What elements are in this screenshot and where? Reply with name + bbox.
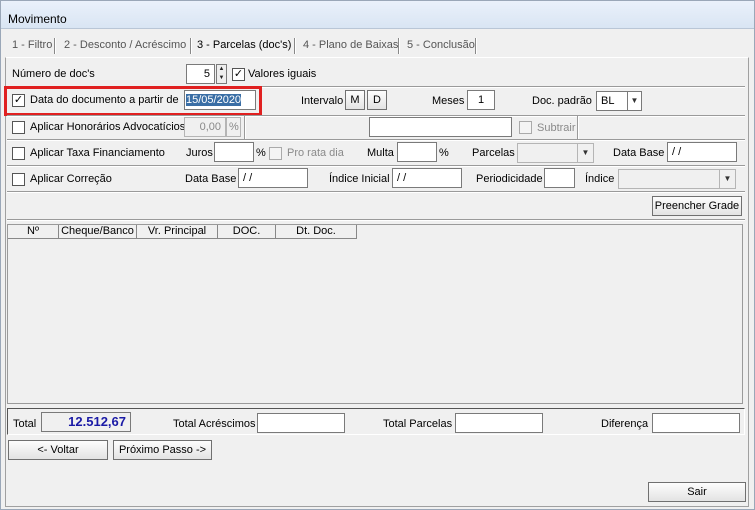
num-docs-spinner[interactable]: ▲ ▼ <box>216 64 227 84</box>
valores-iguais-label: Valores iguais <box>248 68 317 80</box>
meses-input[interactable]: 1 <box>467 90 495 110</box>
total-parcelas-label: Total Parcelas <box>383 418 453 430</box>
taxa-checkbox[interactable] <box>12 147 25 160</box>
num-docs-input[interactable]: 5 <box>186 64 215 84</box>
chevron-down-icon[interactable]: ▼ <box>577 144 593 162</box>
pro-rata-checkbox[interactable] <box>269 147 282 160</box>
tab-separator <box>294 38 296 54</box>
chevron-down-icon[interactable]: ▼ <box>719 170 735 188</box>
multa-input[interactable] <box>397 142 437 162</box>
parcelas-select[interactable]: ▼ <box>517 143 594 163</box>
title-bar: Movimento <box>1 1 754 29</box>
honorarios-text-field[interactable] <box>369 117 512 137</box>
row-divider <box>7 219 745 221</box>
voltar-button[interactable]: <- Voltar <box>8 440 108 460</box>
indice-select[interactable]: ▼ <box>618 169 736 189</box>
juros-input[interactable] <box>214 142 254 162</box>
window-title: Movimento <box>8 12 67 26</box>
juros-label: Juros <box>186 147 213 159</box>
total-label: Total <box>13 418 37 430</box>
grid-header-doc[interactable]: DOC. <box>218 225 276 239</box>
correcao-checkbox[interactable] <box>12 173 25 186</box>
grid-header-vr-principal[interactable]: Vr. Principal <box>137 225 218 239</box>
total-parcelas-input[interactable] <box>455 413 543 433</box>
diferenca-input[interactable] <box>652 413 740 433</box>
tab-separator <box>54 38 56 54</box>
honorarios-label: Aplicar Honorários Advocatícios <box>30 121 186 133</box>
total-acrescimos-input[interactable] <box>257 413 345 433</box>
intervalo-m-button[interactable]: M <box>345 90 365 110</box>
row-divider <box>577 116 579 139</box>
preencher-grade-button[interactable]: Preencher Grade <box>652 196 742 216</box>
subtrair-checkbox[interactable] <box>519 121 532 134</box>
taxa-data-base-input[interactable]: / / <box>667 142 737 162</box>
tab-plano-baixas[interactable]: 4 - Plano de Baixas <box>303 36 398 56</box>
tab-separator <box>398 38 400 54</box>
parcelas-grid[interactable]: Nº Cheque/Banco Vr. Principal DOC. Dt. D… <box>7 224 743 404</box>
doc-padrao-select[interactable]: BL ▼ <box>596 91 642 111</box>
juros-percent: % <box>256 147 266 159</box>
tab-conclusao[interactable]: 5 - Conclusão <box>407 36 475 56</box>
valores-iguais-checkbox[interactable]: ✓ <box>232 68 245 81</box>
correcao-label: Aplicar Correção <box>30 173 112 185</box>
taxa-label: Aplicar Taxa Financiamento <box>30 147 165 159</box>
periodicidade-input[interactable] <box>544 168 575 188</box>
row-divider <box>7 191 745 193</box>
parcelas-label: Parcelas <box>472 147 515 159</box>
doc-padrao-label: Doc. padrão <box>532 95 592 107</box>
movimento-window: Movimento 1 - Filtro 2 - Desconto / Acré… <box>0 0 755 510</box>
intervalo-d-button[interactable]: D <box>367 90 387 110</box>
tab-separator <box>475 38 477 54</box>
tab-separator <box>190 38 192 54</box>
intervalo-label: Intervalo <box>301 95 344 107</box>
total-acrescimos-label: Total Acréscimos <box>173 418 256 430</box>
indice-label: Índice <box>585 173 615 185</box>
indice-inicial-label: Índice Inicial <box>329 173 390 185</box>
multa-label: Multa <box>367 147 394 159</box>
sair-button[interactable]: Sair <box>648 482 746 502</box>
doc-padrao-value: BL <box>601 95 615 107</box>
data-base-label: Data Base <box>613 147 665 159</box>
proximo-passo-button[interactable]: Próximo Passo -> <box>113 440 212 460</box>
row-divider <box>7 139 745 141</box>
grid-header-num[interactable]: Nº <box>8 225 59 239</box>
honorarios-checkbox[interactable] <box>12 121 25 134</box>
tab-desconto[interactable]: 2 - Desconto / Acréscimo <box>64 36 186 56</box>
subtrair-label: Subtrair <box>537 122 576 134</box>
honorarios-input[interactable]: 0,00 <box>184 117 226 137</box>
grid-header-dt-doc[interactable]: Dt. Doc. <box>276 225 357 239</box>
row-divider <box>7 165 745 167</box>
indice-inicial-input[interactable]: / / <box>392 168 462 188</box>
honorarios-percent: % <box>226 117 241 137</box>
pro-rata-label: Pro rata dia <box>287 147 344 159</box>
meses-label: Meses <box>432 95 465 107</box>
diferenca-label: Diferença <box>601 418 649 430</box>
total-amount: 12.512,67 <box>68 414 126 429</box>
correcao-data-base-input[interactable]: / / <box>238 168 308 188</box>
tab-parcelas[interactable]: 3 - Parcelas (doc's) <box>197 36 291 56</box>
correcao-data-base-label: Data Base <box>185 173 237 185</box>
chevron-down-icon[interactable]: ▼ <box>627 92 641 110</box>
multa-percent: % <box>439 147 449 159</box>
row-divider <box>244 116 246 139</box>
highlight-box <box>4 86 262 116</box>
num-docs-label: Número de doc's <box>12 68 95 80</box>
periodicidade-label: Periodicidade <box>476 173 543 185</box>
grid-header-cheque[interactable]: Cheque/Banco <box>59 225 137 239</box>
total-value: 12.512,67 <box>41 412 131 432</box>
tab-filtro[interactable]: 1 - Filtro <box>12 36 52 56</box>
